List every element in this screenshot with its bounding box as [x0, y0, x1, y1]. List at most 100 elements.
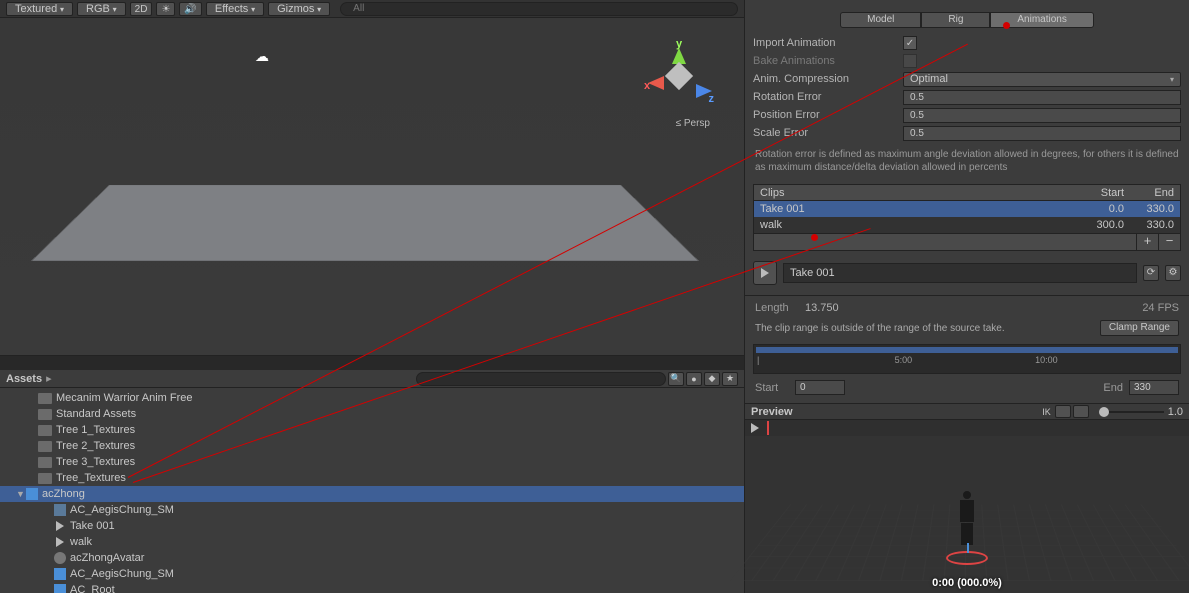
- zoom-value: 1.0: [1168, 406, 1183, 418]
- clip-row[interactable]: Take 0010.0330.0: [754, 201, 1180, 217]
- start-label: Start: [755, 382, 795, 394]
- folder-icon: [38, 473, 52, 484]
- clip-name-field[interactable]: [783, 263, 1137, 283]
- clip-name: Take 001: [760, 203, 1064, 215]
- position-error-label: Position Error: [753, 109, 903, 121]
- bake-animations-label: Bake Animations: [753, 55, 903, 67]
- preview-play-button[interactable]: [753, 261, 777, 285]
- tree-label: acZhong: [42, 488, 85, 500]
- clips-list: Clips Start End Take 0010.0330.0walk300.…: [753, 184, 1181, 251]
- anim-icon: [56, 537, 64, 547]
- gizmo-cube-icon[interactable]: [665, 62, 693, 90]
- axis-x-cone-icon[interactable]: [648, 76, 664, 90]
- preview-viewport[interactable]: 0:00 (000.0%): [745, 436, 1189, 593]
- clip-settings-icon[interactable]: ⚙: [1165, 265, 1181, 281]
- clip-start: 0.0: [1064, 203, 1124, 215]
- error-help-text: Rotation error is defined as maximum ang…: [745, 142, 1189, 180]
- bake-animations-checkbox: [903, 54, 917, 68]
- filter-type-icon[interactable]: ◆: [704, 372, 720, 386]
- tree-row[interactable]: Mecanim Warrior Anim Free: [0, 390, 744, 406]
- clamp-range-button[interactable]: Clamp Range: [1100, 320, 1179, 336]
- tree-row[interactable]: Tree 3_Textures: [0, 454, 744, 470]
- scrub-cursor[interactable]: [767, 421, 769, 435]
- save-filter-icon[interactable]: ★: [722, 372, 738, 386]
- preview-title: Preview: [751, 406, 1042, 418]
- tree-row[interactable]: Tree_Textures: [0, 470, 744, 486]
- tree-row[interactable]: Tree 2_Textures: [0, 438, 744, 454]
- remove-clip-button[interactable]: −: [1158, 234, 1180, 250]
- clip-loop-icon[interactable]: ⟳: [1143, 265, 1159, 281]
- persp-label[interactable]: Persp: [676, 118, 710, 129]
- tree-label: Take 001: [70, 520, 115, 532]
- import-animation-label: Import Animation: [753, 37, 903, 49]
- assets-search-input[interactable]: [416, 372, 666, 386]
- light-toggle[interactable]: ☀: [156, 2, 175, 16]
- tree-row[interactable]: Standard Assets: [0, 406, 744, 422]
- end-label: End: [1093, 382, 1123, 394]
- tree-label: Mecanim Warrior Anim Free: [56, 392, 193, 404]
- assets-header: Assets ▸ 🔍 ● ◆ ★: [0, 370, 744, 388]
- tree-row[interactable]: acZhongAvatar: [0, 550, 744, 566]
- prefab-icon: [26, 488, 38, 500]
- gizmos-dropdown[interactable]: Gizmos ▾: [268, 2, 330, 16]
- tree-row[interactable]: AC_Root: [0, 582, 744, 593]
- clip-row[interactable]: walk300.0330.0: [754, 217, 1180, 233]
- preview-scrubber[interactable]: [745, 420, 1189, 436]
- tick-10: 10:00: [1035, 355, 1058, 365]
- filter-icon[interactable]: 🔍: [668, 372, 684, 386]
- clip-end: 330.0: [1124, 219, 1174, 231]
- import-animation-checkbox[interactable]: ✓: [903, 36, 917, 50]
- clip-end: 330.0: [1124, 203, 1174, 215]
- tree-row[interactable]: AC_AegisChung_SM: [0, 566, 744, 582]
- end-field[interactable]: [1129, 380, 1179, 395]
- clip-start: 300.0: [1064, 219, 1124, 231]
- add-clip-button[interactable]: +: [1136, 234, 1158, 250]
- preview-pivot-icon[interactable]: [1073, 405, 1089, 418]
- anim-compression-label: Anim. Compression: [753, 73, 903, 85]
- axis-z-cone-icon[interactable]: [696, 84, 712, 98]
- mesh-icon: [54, 504, 66, 516]
- assets-tree[interactable]: Mecanim Warrior Anim Free Standard Assets…: [0, 388, 744, 593]
- tree-label: Tree 2_Textures: [56, 440, 135, 452]
- clips-col-name: Clips: [760, 187, 1064, 199]
- zoom-slider[interactable]: [1099, 407, 1109, 417]
- tab-model[interactable]: Model: [840, 12, 921, 28]
- folder-icon: [38, 457, 52, 468]
- start-field[interactable]: [795, 380, 845, 395]
- effects-dropdown[interactable]: Effects ▾: [206, 2, 264, 16]
- tab-animations[interactable]: Animations: [990, 12, 1093, 28]
- folder-icon: [38, 409, 52, 420]
- expand-arrow-icon[interactable]: ▼: [16, 489, 26, 499]
- tree-label: walk: [70, 536, 92, 548]
- scene-view[interactable]: ☁ y x z Persp: [0, 18, 744, 356]
- scene-search-input[interactable]: [340, 2, 738, 16]
- shading-dropdown[interactable]: Textured ▾: [6, 2, 73, 16]
- play-icon[interactable]: [751, 423, 759, 433]
- render-dropdown[interactable]: RGB ▾: [77, 2, 126, 16]
- tree-label: AC_AegisChung_SM: [70, 504, 174, 516]
- clip-timeline[interactable]: | 5:00 10:00: [753, 344, 1181, 374]
- scale-error-label: Scale Error: [753, 127, 903, 139]
- preview-avatar-icon[interactable]: [1055, 405, 1071, 418]
- breadcrumb-icon[interactable]: ▸: [46, 372, 52, 385]
- audio-toggle[interactable]: 🔊: [179, 2, 201, 16]
- filter-label-icon[interactable]: ●: [686, 372, 702, 386]
- ik-toggle[interactable]: IK: [1042, 407, 1051, 417]
- orientation-gizmo[interactable]: y x z: [644, 38, 714, 118]
- anim-compression-dropdown[interactable]: Optimal▾: [903, 72, 1181, 87]
- avatar-icon: [54, 552, 66, 564]
- tree-row[interactable]: Take 001: [0, 518, 744, 534]
- tree-row[interactable]: ▼ acZhong: [0, 486, 744, 502]
- tree-label: AC_Root: [70, 584, 115, 593]
- tree-row[interactable]: Tree 1_Textures: [0, 422, 744, 438]
- rotation-error-field[interactable]: 0.5: [903, 90, 1181, 105]
- tab-rig[interactable]: Rig: [921, 12, 990, 28]
- fps-label: 24 FPS: [1142, 302, 1179, 314]
- tree-label: Tree 1_Textures: [56, 424, 135, 436]
- scale-error-field[interactable]: 0.5: [903, 126, 1181, 141]
- position-error-field[interactable]: 0.5: [903, 108, 1181, 123]
- mode-2d-toggle[interactable]: 2D: [130, 2, 153, 16]
- tree-row[interactable]: walk: [0, 534, 744, 550]
- clips-col-end: End: [1124, 187, 1174, 199]
- tree-row[interactable]: AC_AegisChung_SM: [0, 502, 744, 518]
